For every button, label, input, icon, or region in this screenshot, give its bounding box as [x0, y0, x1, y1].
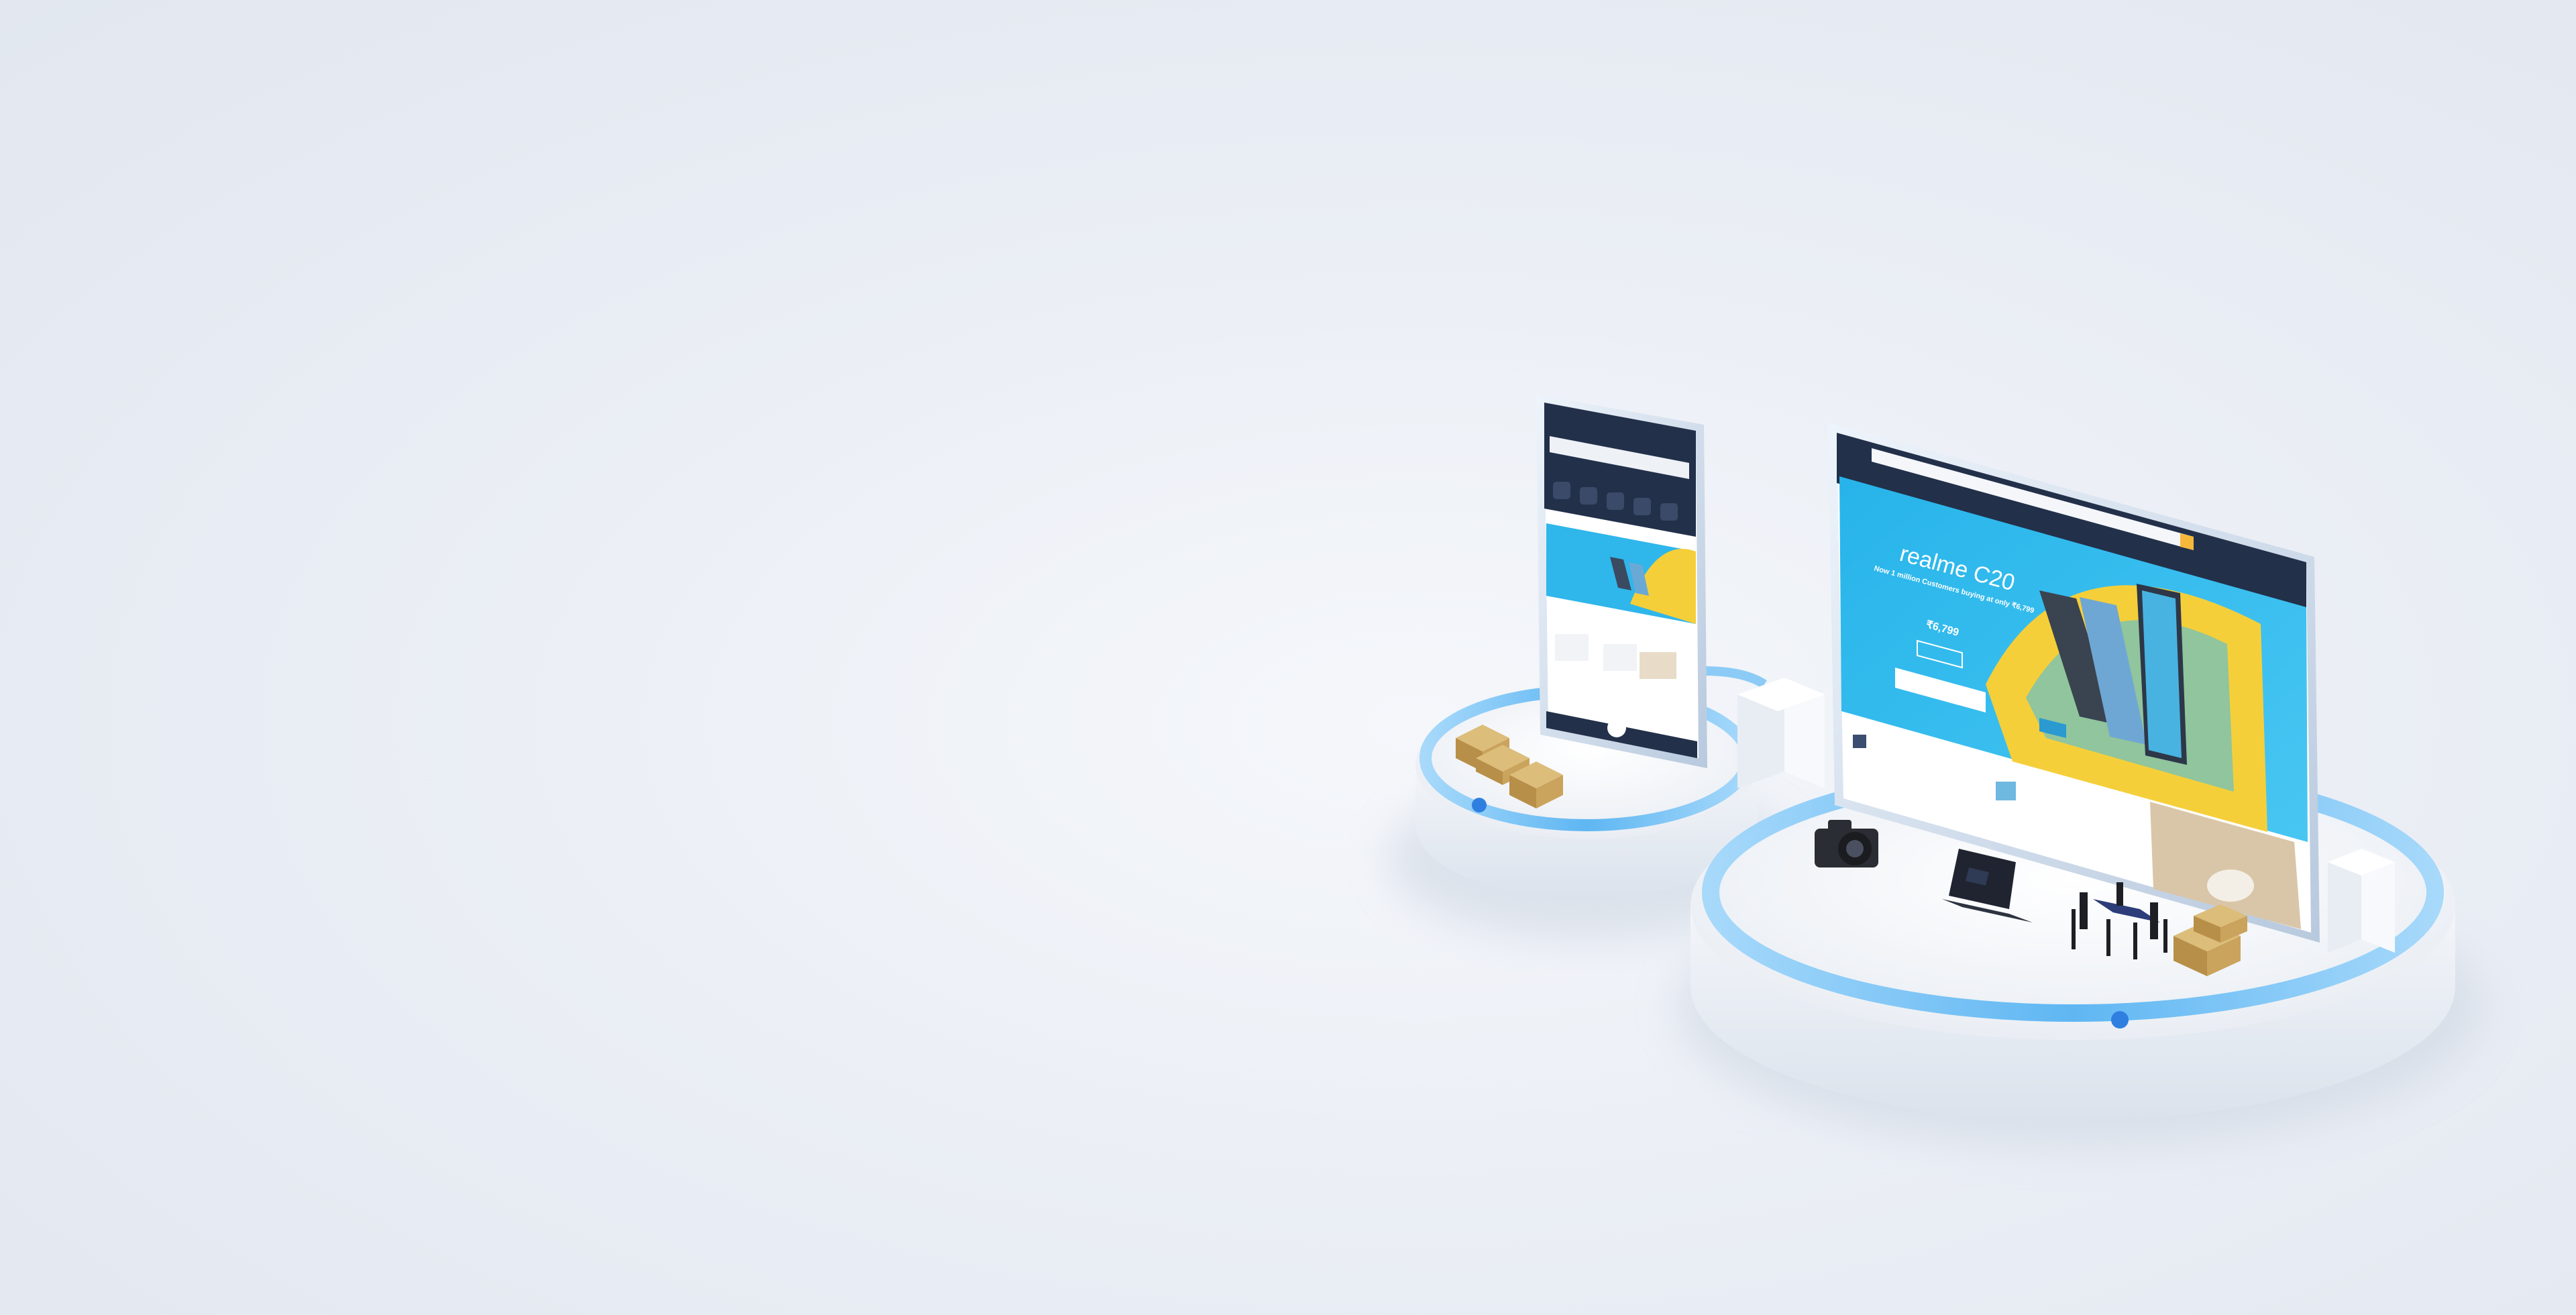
super-deal-icon	[1660, 503, 1678, 521]
connector-track	[1703, 666, 1767, 688]
pillar-left	[1737, 678, 1825, 788]
global-mall-icon	[1633, 498, 1651, 515]
product-thumbnail	[1996, 782, 2016, 800]
categories-icon	[1553, 482, 1570, 499]
ring-marker-dot	[1472, 798, 1487, 812]
product-tile	[1640, 652, 1676, 679]
phone-fab	[1607, 719, 1626, 737]
smartphone-device	[1536, 394, 1707, 768]
brands-icon	[1580, 487, 1597, 505]
top-sellers-icon	[1607, 492, 1624, 510]
ring-marker-dot	[2111, 1011, 2129, 1029]
product-tile	[1603, 644, 1637, 671]
ecommerce-isometric-scene: realme C20 Now 1 million Customers buyin…	[1389, 394, 2482, 1147]
product-thumbnail	[1853, 735, 1866, 748]
pillar-right	[2328, 849, 2395, 953]
product-tile	[1555, 634, 1589, 661]
lifestyle-lamp	[2207, 870, 2254, 902]
